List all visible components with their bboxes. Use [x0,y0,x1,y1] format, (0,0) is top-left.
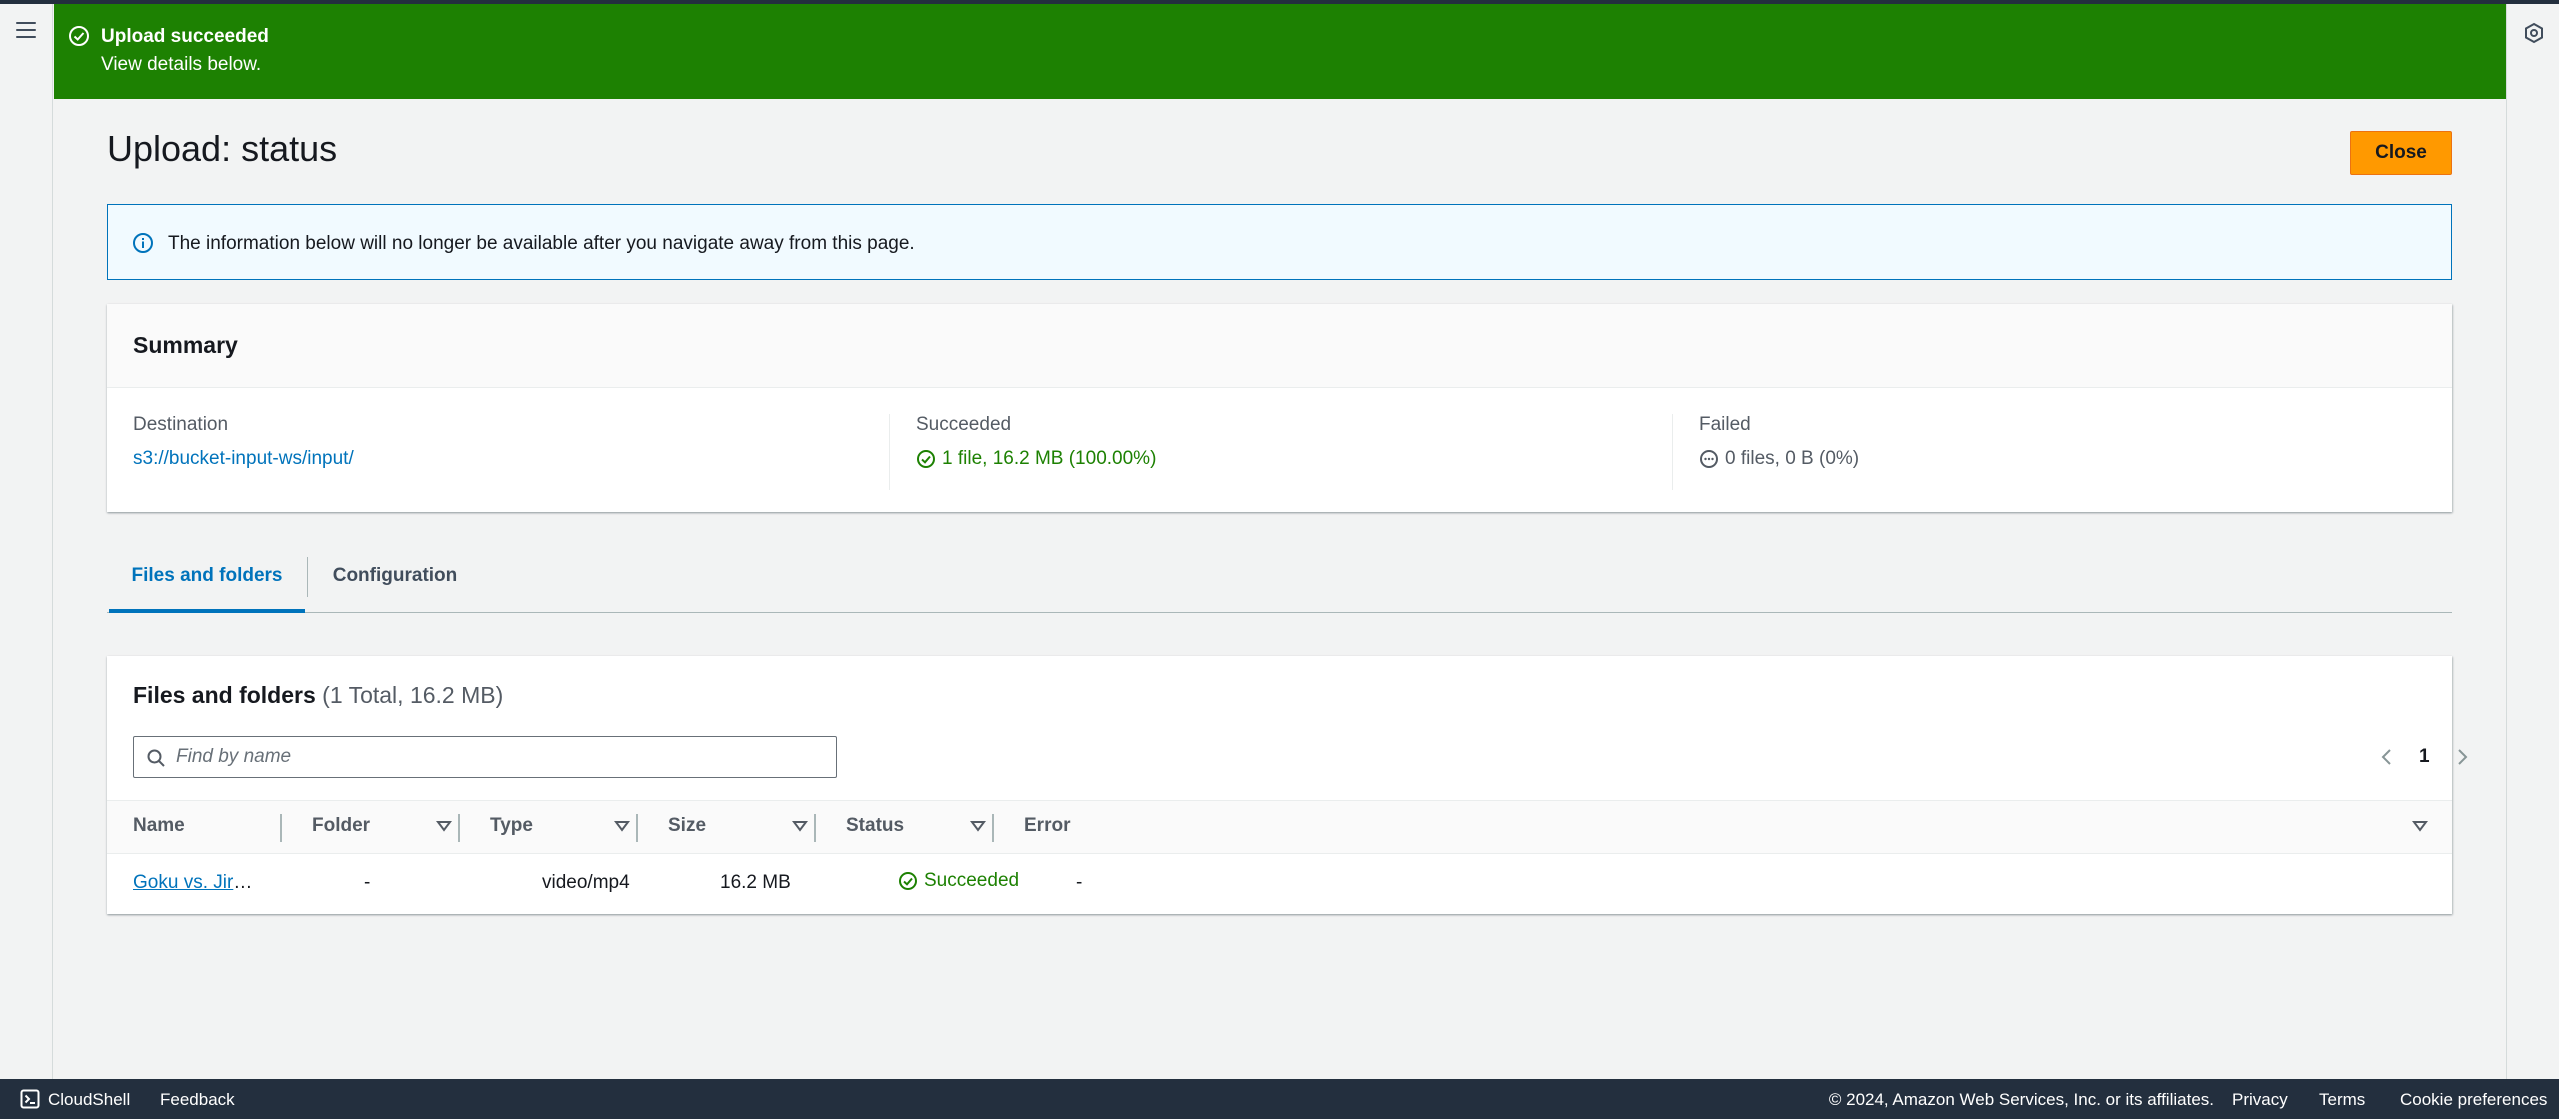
column-header-size[interactable]: Size [668,801,818,853]
summary-panel: Summary Destination s3://bucket-input-ws… [107,304,2452,512]
cookie-preferences-link[interactable]: Cookie preferences [2400,1090,2547,1110]
close-button[interactable]: Close [2350,131,2452,175]
chevron-left-icon[interactable] [2377,744,2397,770]
flash-title: Upload succeeded [101,26,269,47]
check-circle-icon [917,450,935,468]
search-icon [147,749,165,767]
flash-message: View details below. [101,54,262,75]
chevron-right-icon[interactable] [2452,744,2472,770]
failed-value: 0 files, 0 B (0%) [1725,448,1860,469]
files-title: Files and folders [133,682,316,708]
table-row: Goku vs. Jire… - video/mp4 16.2 MB Succe… [107,854,2452,912]
column-resizer[interactable] [280,814,282,842]
summary-destination: Destination s3://bucket-input-ws/input/ [133,414,873,490]
tools-rail [2506,4,2559,1079]
column-header-status[interactable]: Status [846,801,996,853]
cell-error: - [1076,872,1083,893]
cell-status: Succeeded [898,870,1019,892]
page-title: Upload: status [107,128,338,169]
column-resizer[interactable] [636,814,638,842]
caret-down-icon [970,821,986,832]
cloudshell-icon[interactable] [20,1089,40,1109]
ellipsis-circle-icon [1700,450,1718,468]
destination-label: Destination [133,414,229,435]
menu-icon[interactable] [16,22,36,40]
info-text: The information below will no longer be … [168,233,915,254]
info-circle-icon [133,233,153,253]
summary-failed: Failed 0 files, 0 B (0%) [1672,414,2412,490]
summary-title: Summary [107,304,2452,388]
failed-label: Failed [1699,414,1751,435]
search-box [133,736,837,778]
tab-files-and-folders[interactable]: Files and folders [109,549,305,613]
column-resizer[interactable] [992,814,994,842]
check-circle-icon [69,26,89,46]
check-circle-icon [899,872,917,890]
footer-bar: CloudShell Feedback © 2024, Amazon Web S… [0,1079,2559,1119]
files-count: (1 Total, 16.2 MB) [322,682,504,708]
caret-down-icon [436,821,452,832]
tools-panel-icon[interactable] [2523,22,2545,44]
status-text: Succeeded [924,870,1020,891]
success-flash-bar: Upload succeeded View details below. [54,4,2506,99]
file-name-link[interactable]: Goku vs. Jire… [133,872,261,893]
column-label-status: Status [846,815,905,836]
feedback-link[interactable]: Feedback [160,1090,235,1110]
column-header-folder[interactable]: Folder [312,801,462,853]
destination-link[interactable]: s3://bucket-input-ws/input/ [133,448,354,470]
succeeded-label: Succeeded [916,414,1012,435]
column-header-type[interactable]: Type [490,801,640,853]
search-input[interactable] [176,738,826,776]
cell-size: 16.2 MB [720,872,791,893]
column-label-type: Type [490,815,533,836]
copyright-text: © 2024, Amazon Web Services, Inc. or its… [1828,1090,2214,1109]
files-heading: Files and folders (1 Total, 16.2 MB) [133,682,503,709]
column-header-error[interactable]: Error [1024,801,2434,853]
tab-configuration[interactable]: Configuration [307,549,483,613]
column-header-name[interactable]: Name [133,801,185,853]
main-content: Upload succeeded View details below. Upl… [54,4,2506,1079]
column-label-folder: Folder [312,815,371,836]
cloudshell-link[interactable]: CloudShell [48,1090,130,1110]
column-resizer[interactable] [814,814,816,842]
column-label-size: Size [668,815,707,836]
files-panel: Files and folders (1 Total, 16.2 MB) 1 N… [107,656,2467,914]
table-header: Name Folder Type Size Status Error [107,800,2452,854]
caret-down-icon [614,821,630,832]
side-navigation-rail [0,4,53,1079]
column-label-error: Error [1024,815,1071,836]
tab-bar: Files and folders Configuration [107,549,2452,613]
pagination: 1 [2377,744,2472,770]
column-resizer[interactable] [458,814,460,842]
terms-link[interactable]: Terms [2319,1090,2365,1110]
cell-type: video/mp4 [542,872,630,893]
caret-down-icon [2412,821,2428,832]
caret-down-icon [792,821,808,832]
cell-folder: - [364,872,371,893]
summary-succeeded: Succeeded 1 file, 16.2 MB (100.00%) [889,414,1629,490]
succeeded-value: 1 file, 16.2 MB (100.00%) [942,448,1157,469]
info-alert: The information below will no longer be … [107,204,2452,280]
privacy-link[interactable]: Privacy [2232,1090,2288,1110]
page-number[interactable]: 1 [2419,746,2430,768]
